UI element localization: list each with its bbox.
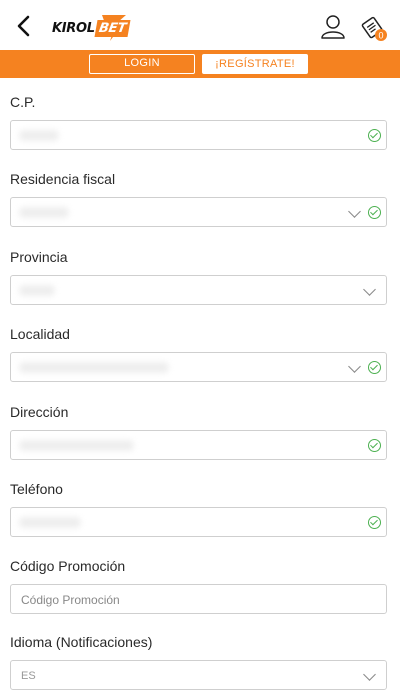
telefono-label: Teléfono	[10, 481, 63, 497]
chevron-down-icon	[348, 205, 361, 218]
check-circle-icon	[368, 439, 381, 452]
localidad-select[interactable]	[10, 352, 387, 382]
provincia-label: Provincia	[10, 249, 68, 265]
promo-code-placeholder: Código Promoción	[21, 593, 120, 607]
chevron-down-icon	[363, 668, 376, 681]
chevron-down-icon	[348, 360, 361, 373]
redacted-value	[19, 285, 55, 296]
chevron-down-icon	[363, 283, 376, 296]
user-account-button[interactable]	[320, 14, 346, 40]
residencia-fiscal-label: Residencia fiscal	[10, 171, 116, 187]
provincia-select[interactable]	[10, 275, 387, 305]
idioma-label: Idioma (Notificaciones)	[10, 634, 153, 650]
cp-input[interactable]	[10, 120, 387, 150]
user-icon	[321, 15, 345, 39]
betslip-count: 0	[378, 31, 383, 41]
top-bar: KIROL BET 0	[0, 0, 400, 50]
redacted-value	[19, 517, 81, 528]
redacted-value	[19, 207, 69, 218]
check-circle-icon	[368, 361, 381, 374]
promo-code-label: Código Promoción	[10, 558, 126, 574]
telefono-input[interactable]	[10, 507, 387, 537]
auth-bar: LOGIN ¡REGÍSTRATE!	[0, 50, 400, 78]
register-button[interactable]: ¡REGÍSTRATE!	[202, 54, 308, 74]
back-button[interactable]	[14, 14, 36, 38]
redacted-value	[19, 130, 59, 141]
redacted-value	[19, 440, 134, 451]
idioma-select[interactable]: ES	[10, 660, 387, 690]
check-circle-icon	[368, 516, 381, 529]
idioma-value: ES	[21, 670, 36, 682]
check-circle-icon	[368, 129, 381, 142]
promo-code-input[interactable]: Código Promoción	[10, 584, 387, 614]
logo-text: KIROL BET	[52, 20, 131, 37]
direccion-label: Dirección	[10, 404, 69, 420]
betslip-button[interactable]: 0	[360, 14, 388, 42]
residencia-fiscal-select[interactable]	[10, 197, 387, 227]
localidad-label: Localidad	[10, 326, 70, 342]
chevron-left-icon	[17, 15, 30, 37]
logo-text-kirol: KIROL	[52, 21, 95, 36]
direccion-input[interactable]	[10, 430, 387, 460]
check-circle-icon	[368, 206, 381, 219]
logo-text-bet: BET	[94, 20, 131, 37]
cp-label: C.P.	[10, 94, 36, 110]
login-button[interactable]: LOGIN	[89, 54, 195, 74]
kirolbet-logo[interactable]: KIROL BET	[52, 13, 131, 43]
betslip-icon: 0	[361, 16, 387, 41]
redacted-value	[19, 362, 169, 373]
